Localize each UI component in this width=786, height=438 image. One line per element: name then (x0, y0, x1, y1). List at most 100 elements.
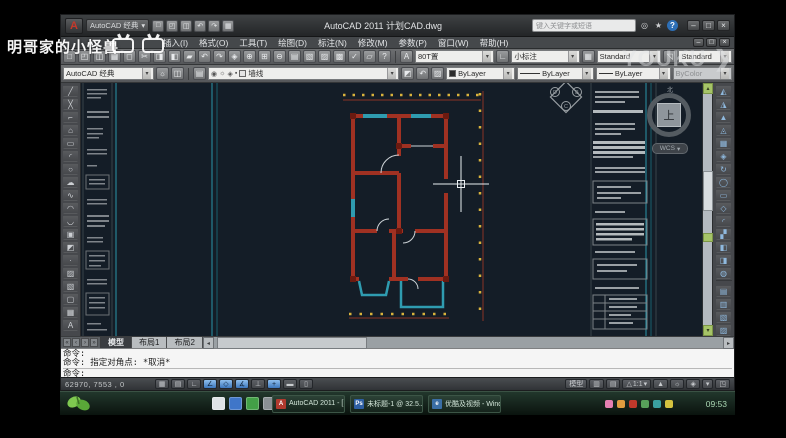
workspace-switching-button[interactable]: ☼ (670, 379, 684, 389)
markup-icon[interactable]: ✓ (348, 50, 361, 63)
menu-help[interactable]: 帮助(H) (480, 37, 509, 49)
chevron-down-icon[interactable]: ▾ (503, 68, 512, 79)
infocenter-search-input[interactable]: 键入关键字或短语 (532, 19, 636, 32)
chevron-down-icon[interactable]: ▾ (582, 68, 591, 79)
r-poly-icon[interactable]: ◇ (716, 202, 731, 214)
xline-icon[interactable]: ╳ (63, 98, 78, 110)
workspace-save-icon[interactable]: ◫ (171, 67, 184, 80)
favorites-icon[interactable]: ★ (653, 20, 664, 31)
new-icon[interactable]: □ (152, 20, 164, 32)
scroll-right-button[interactable]: ▸ (723, 337, 734, 349)
otrack-toggle[interactable]: ∡ (235, 379, 249, 389)
plot-icon[interactable]: ▦ (222, 20, 234, 32)
r-above-icon[interactable]: ▧ (716, 311, 731, 323)
quick-launch-icon[interactable] (246, 397, 259, 410)
layer-previous-icon[interactable]: ↶ (416, 67, 429, 80)
circle-icon[interactable]: ○ (63, 163, 78, 175)
dyn-toggle[interactable]: + (267, 379, 281, 389)
command-window[interactable]: 命令: 命令: 指定对角点: *取消* 命令: (61, 348, 734, 377)
tray-icon[interactable] (665, 400, 673, 408)
ellipse-arc-icon[interactable]: ◡ (63, 215, 78, 227)
linetype-combo[interactable]: ByLayer ▾ (517, 67, 594, 80)
make-layer-current-icon[interactable]: ◩ (401, 67, 414, 80)
scroll-mid-button[interactable] (703, 233, 713, 242)
point-icon[interactable]: · (63, 254, 78, 266)
save-icon[interactable]: ◫ (180, 20, 192, 32)
mtext-icon[interactable]: A (63, 319, 78, 331)
model-space-canvas[interactable]: D B C (81, 83, 702, 336)
gradient-icon[interactable]: ▧ (63, 280, 78, 292)
next-tab-button[interactable]: › (81, 338, 89, 347)
r-half2-icon[interactable]: ◨ (716, 254, 731, 266)
line-icon[interactable]: ╱ (63, 85, 78, 97)
start-butterfly-icon[interactable] (63, 393, 95, 415)
tab-layout2[interactable]: 布局2 (167, 337, 202, 348)
arc-icon[interactable]: ◜ (63, 150, 78, 162)
menu-dimension[interactable]: 标注(N) (318, 37, 347, 49)
r-wedge-icon[interactable]: ◬ (716, 124, 731, 136)
polar-toggle[interactable]: ∠ (203, 379, 217, 389)
ducs-toggle[interactable]: ⊥ (251, 379, 265, 389)
layer-states-icon[interactable]: ▨ (431, 67, 444, 80)
paste-icon[interactable]: ◧ (168, 50, 181, 63)
layer-plot-icon[interactable]: ▪ (235, 70, 237, 77)
taskbar-task-button[interactable]: Ps未标题-1 @ 32.5... (350, 395, 423, 413)
zoom-window-icon[interactable]: ⊞ (258, 50, 271, 63)
clean-screen-button[interactable]: ◳ (715, 379, 730, 389)
ui-lock-button[interactable]: ◈ (686, 379, 699, 389)
search-icon[interactable]: ◎ (639, 20, 650, 31)
viewcube[interactable]: 北 上 WCS ▾ (644, 85, 696, 157)
r-gem-icon[interactable]: ◈ (716, 150, 731, 162)
zoom-prev-icon[interactable]: ⊖ (273, 50, 286, 63)
pan-icon[interactable]: ◈ (228, 50, 241, 63)
first-tab-button[interactable]: « (63, 338, 71, 347)
tab-layout1[interactable]: 布局1 (132, 337, 167, 348)
workspace-switcher[interactable]: AutoCAD 经典 ▾ (86, 19, 149, 32)
menu-format[interactable]: 格式(O) (199, 37, 228, 49)
undo-icon[interactable]: ↶ (198, 50, 211, 63)
vertical-scrollbar[interactable]: ▴ ▾ (702, 83, 712, 336)
layer-freeze-icon[interactable]: ☼ (219, 70, 225, 77)
chevron-down-icon[interactable]: ▾ (387, 68, 396, 79)
dim-style-combo[interactable]: 小标注 ▾ (511, 50, 579, 63)
region-icon[interactable]: ▢ (63, 293, 78, 305)
polyline-icon[interactable]: ⌐ (63, 111, 78, 123)
r-pyramid-icon[interactable]: ◮ (716, 98, 731, 110)
zoom-icon[interactable]: ⊕ (243, 50, 256, 63)
tab-model[interactable]: 模型 (101, 337, 132, 348)
r-panels-icon[interactable]: ▦ (716, 137, 731, 149)
annotation-visibility-button[interactable]: ▲ (653, 379, 668, 389)
text-style-combo[interactable]: 80T置 ▾ (415, 50, 494, 63)
quick-view-drawings-button[interactable]: ▤ (606, 379, 621, 389)
annotation-scale-button[interactable]: △ 1:1 ▾ (622, 379, 651, 389)
qp-toggle[interactable]: ▯ (299, 379, 313, 389)
taskbar-clock[interactable]: 09:53 (706, 399, 727, 409)
layer-combo[interactable]: ◉ ☼ ◈ ▪ 墙线 ▾ (208, 67, 399, 80)
properties-icon[interactable]: ▤ (288, 50, 301, 63)
minimize-button[interactable]: – (687, 20, 700, 31)
taskbar-task-button[interactable]: AAutoCAD 2011 - [... (272, 395, 345, 413)
r-under-icon[interactable]: ▨ (716, 324, 731, 336)
scroll-down-button[interactable]: ▾ (703, 325, 713, 336)
hatch-icon[interactable]: ▨ (63, 267, 78, 279)
close-button[interactable]: × (717, 20, 730, 31)
workspace-settings-icon[interactable]: ☼ (156, 67, 169, 80)
r-arc-icon[interactable]: ◜ (716, 215, 731, 227)
sheetset-icon[interactable]: ▩ (333, 50, 346, 63)
layer-lock-icon[interactable]: ◈ (228, 70, 233, 78)
table-style-icon[interactable]: ▦ (582, 50, 595, 63)
help-icon[interactable]: ? (667, 20, 678, 31)
menu-parametric[interactable]: 参数(P) (399, 37, 427, 49)
palettes-icon[interactable]: ▨ (318, 50, 331, 63)
text-style-icon[interactable]: A (400, 50, 413, 63)
designcenter-icon[interactable]: ▧ (303, 50, 316, 63)
quick-view-layouts-button[interactable]: ▥ (589, 379, 604, 389)
ortho-toggle[interactable]: ∟ (187, 379, 201, 389)
autocad-logo-icon[interactable]: A (65, 18, 83, 34)
insert-block-icon[interactable]: ▣ (63, 228, 78, 240)
chevron-down-icon[interactable]: ▾ (142, 68, 151, 79)
quick-launch-icon[interactable] (212, 397, 225, 410)
make-block-icon[interactable]: ◩ (63, 241, 78, 253)
menu-draw[interactable]: 绘图(D) (278, 37, 307, 49)
tray-icon[interactable] (653, 400, 661, 408)
